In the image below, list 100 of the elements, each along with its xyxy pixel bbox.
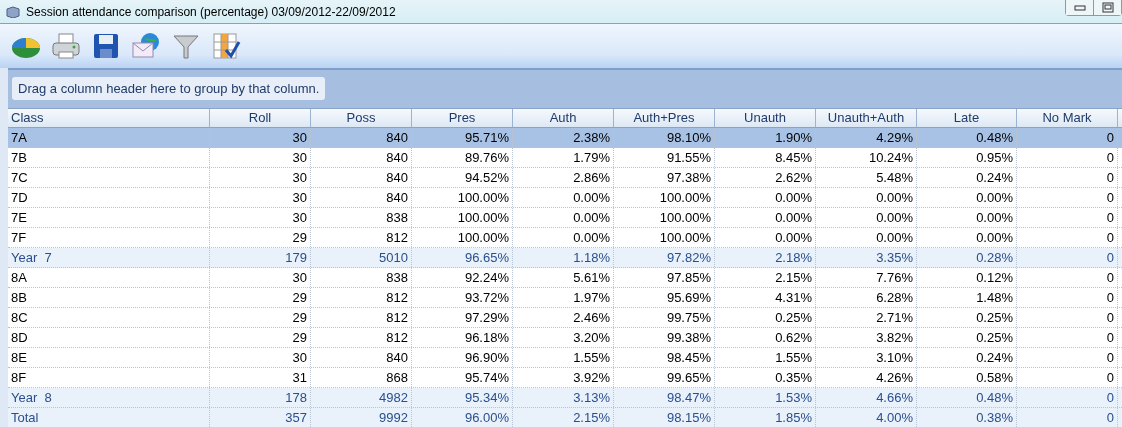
table-row[interactable]: 7C 30 840 94.52% 2.86% 97.38% 2.62% 5.48% 0.24% 0 [8, 168, 1122, 188]
table-cell: 0.00% [513, 228, 614, 247]
table-cell: 30 [210, 168, 311, 187]
table-cell: 96.65% [412, 248, 513, 267]
table-cell: 95.69% [614, 288, 715, 307]
table-row[interactable]: Total 357 9992 96.00% 2.15% 98.15% 1.85% 4.00% 0.38% 0 [8, 408, 1122, 427]
table-cell: 99.65% [614, 368, 715, 387]
table-cell: 98.45% [614, 348, 715, 367]
table-cell: 1.79% [513, 148, 614, 167]
table-row[interactable]: 8A 30 838 92.24% 5.61% 97.85% 2.15% 7.76% 0.12% 0 [8, 268, 1122, 288]
table-cell: 0.00% [715, 228, 816, 247]
table-cell: 8.45% [715, 148, 816, 167]
table-cell: 2.18% [715, 248, 816, 267]
table-cell: 0.00% [513, 208, 614, 227]
column-header[interactable]: Roll [210, 109, 311, 127]
table-cell: 3.82% [816, 328, 917, 347]
table-cell: 812 [311, 228, 412, 247]
table-cell: 7F [8, 228, 210, 247]
table-cell: 100.00% [614, 228, 715, 247]
column-header[interactable]: Unauth [715, 109, 816, 127]
table-cell: 0 [1017, 268, 1118, 287]
table-cell: 3.13% [513, 388, 614, 407]
table-cell: 7C [8, 168, 210, 187]
table-cell: 89.76% [412, 148, 513, 167]
table-cell: 0.00% [513, 188, 614, 207]
table-cell: 100.00% [614, 208, 715, 227]
table-cell: 0.95% [917, 148, 1017, 167]
table-row[interactable]: 7A 30 840 95.71% 2.38% 98.10% 1.90% 4.29% 0.48% 0 [8, 128, 1122, 148]
table-cell: 0.25% [715, 308, 816, 327]
table-cell: 0.00% [816, 208, 917, 227]
table-cell: 5.61% [513, 268, 614, 287]
column-header[interactable]: Auth+Pres [614, 109, 715, 127]
column-header[interactable]: Late [917, 109, 1017, 127]
table-cell: Total [8, 408, 210, 427]
table-cell: 840 [311, 188, 412, 207]
table-cell: 0.28% [917, 248, 1017, 267]
maximize-button[interactable] [1094, 0, 1121, 15]
table-row[interactable]: 8D 29 812 96.18% 3.20% 99.38% 0.62% 3.82% 0.25% 0 [8, 328, 1122, 348]
table-cell: 0 [1017, 388, 1118, 407]
table-cell: 2.46% [513, 308, 614, 327]
table-cell: 92.24% [412, 268, 513, 287]
table-cell: 0 [1017, 148, 1118, 167]
table-cell: 95.34% [412, 388, 513, 407]
column-header[interactable]: Auth [513, 109, 614, 127]
table-cell: 0.00% [715, 188, 816, 207]
window-title: Session attendance comparison (percentage) 03/09/2012-22/09/2012 [26, 4, 396, 19]
table-cell: 0.58% [917, 368, 1017, 387]
table-cell: 0.00% [917, 208, 1017, 227]
table-cell: 4982 [311, 388, 412, 407]
table-cell: 98.47% [614, 388, 715, 407]
table-cell: 2.15% [715, 268, 816, 287]
table-cell: 8C [8, 308, 210, 327]
table-cell: 840 [311, 168, 412, 187]
table-row[interactable]: 7E 30 838 100.00% 0.00% 100.00% 0.00% 0.00% 0.00% 0 [8, 208, 1122, 228]
table-cell: 94.52% [412, 168, 513, 187]
table-cell: 0.48% [917, 128, 1017, 147]
table-row[interactable]: 7D 30 840 100.00% 0.00% 100.00% 0.00% 0.00% 0.00% 0 [8, 188, 1122, 208]
table-cell: 5.48% [816, 168, 917, 187]
table-cell: 8D [8, 328, 210, 347]
table-cell: 1.18% [513, 248, 614, 267]
table-cell: 4.31% [715, 288, 816, 307]
column-header[interactable]: No Mark [1017, 109, 1118, 127]
table-row[interactable]: Year 7 179 5010 96.65% 1.18% 97.82% 2.18% 3.35% 0.28% 0 [8, 248, 1122, 268]
table-cell: 97.82% [614, 248, 715, 267]
column-header[interactable]: Pres [412, 109, 513, 127]
table-row[interactable]: Year 8 178 4982 95.34% 3.13% 98.47% 1.53% 4.66% 0.48% 0 [8, 388, 1122, 408]
book-icon [6, 5, 20, 18]
table-cell: 30 [210, 188, 311, 207]
table-cell: 0 [1017, 308, 1118, 327]
table-cell: 812 [311, 288, 412, 307]
table-cell: 2.71% [816, 308, 917, 327]
table-cell: 3.20% [513, 328, 614, 347]
table-row[interactable]: 7B 30 840 89.76% 1.79% 91.55% 8.45% 10.24% 0.95% 0 [8, 148, 1122, 168]
table-cell: 178 [210, 388, 311, 407]
column-chooser-icon[interactable] [210, 30, 242, 62]
column-header[interactable]: Poss [311, 109, 412, 127]
table-row[interactable]: 8E 30 840 96.90% 1.55% 98.45% 1.55% 3.10% 0.24% 0 [8, 348, 1122, 368]
table-cell: 7A [8, 128, 210, 147]
table-cell: 0.25% [917, 328, 1017, 347]
table-cell: 840 [311, 128, 412, 147]
table-row[interactable]: 8C 29 812 97.29% 2.46% 99.75% 0.25% 2.71% 0.25% 0 [8, 308, 1122, 328]
table-cell: 838 [311, 268, 412, 287]
printer-icon[interactable] [50, 30, 82, 62]
table-cell: 0.48% [917, 388, 1017, 407]
table-cell: 95.74% [412, 368, 513, 387]
table-cell: 868 [311, 368, 412, 387]
table-cell: 840 [311, 148, 412, 167]
table-cell: 2.62% [715, 168, 816, 187]
table-cell: 0 [1017, 408, 1118, 427]
column-header[interactable]: Unauth+Auth [816, 109, 917, 127]
column-header[interactable]: Class [8, 109, 210, 127]
table-row[interactable]: 8B 29 812 93.72% 1.97% 95.69% 4.31% 6.28% 1.48% 0 [8, 288, 1122, 308]
table-cell: 100.00% [614, 188, 715, 207]
table-cell: 0.38% [917, 408, 1017, 427]
table-cell: 2.15% [513, 408, 614, 427]
table-cell: 100.00% [412, 188, 513, 207]
table-cell: 1.97% [513, 288, 614, 307]
minimize-button[interactable] [1066, 0, 1094, 15]
table-cell: 0.00% [816, 228, 917, 247]
table-cell: 98.15% [614, 408, 715, 427]
